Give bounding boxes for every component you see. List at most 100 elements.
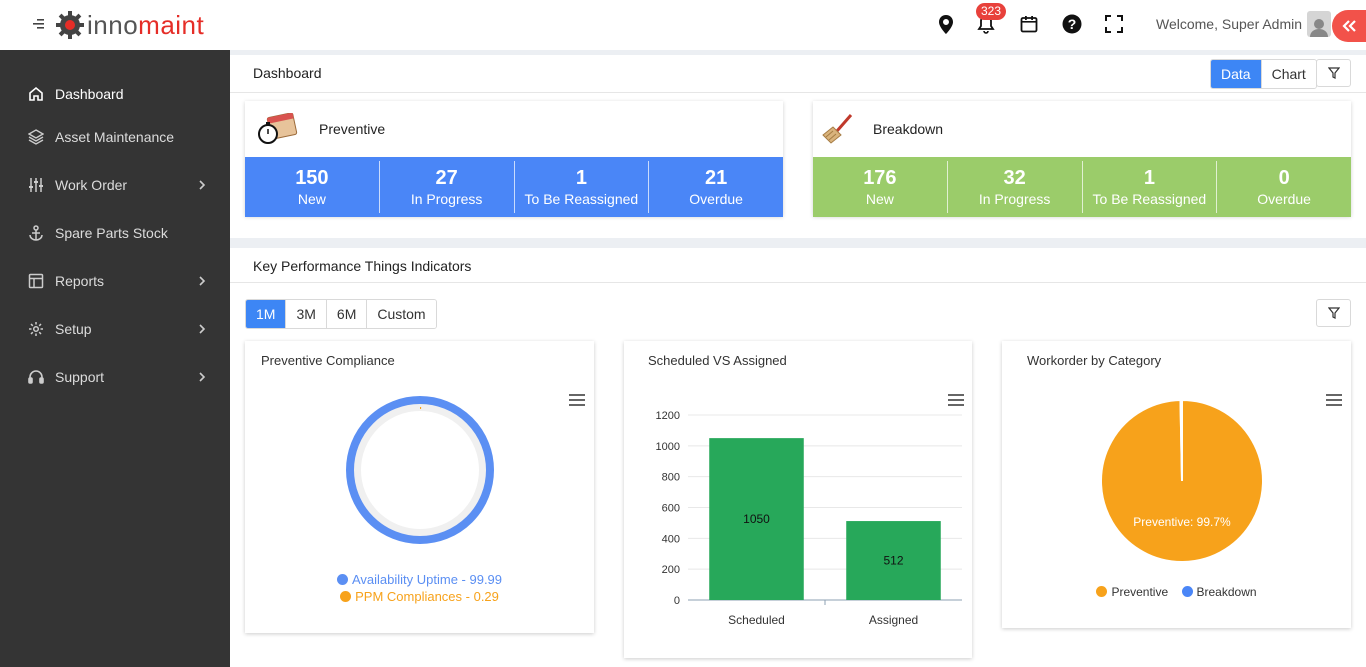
chevron-right-icon bbox=[199, 372, 206, 382]
radial-track bbox=[347, 397, 493, 543]
location-icon[interactable] bbox=[935, 13, 957, 35]
legend-label: Availability Uptime - 99.99 bbox=[351, 572, 503, 587]
sidebar-item-asset-maintenance[interactable]: Asset Maintenance bbox=[0, 119, 230, 155]
y-tick-label: 1000 bbox=[656, 441, 680, 453]
stat-value: 0 bbox=[1278, 167, 1290, 189]
dashboard-panel: Dashboard Data Chart Preventive 150 New … bbox=[230, 55, 1366, 238]
sidebar-item-label: Dashboard bbox=[55, 86, 124, 102]
range-3m-button[interactable]: 3M bbox=[286, 300, 327, 328]
brand-name-part1: inno bbox=[87, 9, 139, 40]
home-icon bbox=[27, 85, 45, 103]
svg-text:?: ? bbox=[1068, 16, 1077, 32]
kpi-panel: Key Performance Things Indicators 1M 3M … bbox=[230, 248, 1366, 667]
brand-logo[interactable]: innomaint bbox=[0, 0, 230, 50]
gear-icon bbox=[27, 320, 45, 338]
legend-availability-uptime[interactable]: Availability Uptime - 99.99 bbox=[245, 571, 594, 588]
stat-value: 176 bbox=[863, 167, 897, 189]
range-custom-button[interactable]: Custom bbox=[367, 300, 436, 328]
legend-dot bbox=[340, 591, 352, 602]
stat-label: In Progress bbox=[410, 191, 483, 207]
top-bar: innomaint 323 ? Welcome, Super Admin bbox=[0, 0, 1366, 50]
preventive-stat-to-be-reassigned[interactable]: 1 To Be Reassigned bbox=[515, 161, 650, 213]
preventive-stats: 150 New 27 In Progress 1 To Be Reassigned 2… bbox=[245, 157, 783, 217]
collapse-icon[interactable] bbox=[1332, 10, 1366, 42]
sidebar-item-label: Reports bbox=[55, 273, 105, 289]
legend-label: Breakdown bbox=[1196, 585, 1257, 599]
sidebar-item-reports[interactable]: Reports bbox=[0, 263, 230, 299]
help-icon[interactable]: ? bbox=[1061, 13, 1083, 35]
breakdown-card-header: Breakdown bbox=[813, 101, 1351, 157]
sidebar: Dashboard Asset Maintenance Work Order S… bbox=[0, 50, 230, 667]
legend-label: Preventive bbox=[1111, 585, 1169, 599]
sliders-icon bbox=[27, 176, 45, 194]
brand-name-part2: maint bbox=[138, 9, 205, 40]
range-1m-button[interactable]: 1M bbox=[246, 300, 287, 328]
legend-dot bbox=[336, 574, 348, 585]
preventive-card[interactable]: Preventive 150 New 27 In Progress 1 To Be R… bbox=[245, 101, 783, 217]
kpi-title: Key Performance Things Indicators bbox=[253, 258, 472, 274]
notification-badge[interactable]: 323 bbox=[976, 3, 1007, 20]
sidebar-item-label: Support bbox=[55, 369, 105, 385]
preventive-title: Preventive bbox=[319, 121, 386, 137]
filter-icon[interactable] bbox=[1316, 59, 1351, 87]
sidebar-item-dashboard[interactable]: Dashboard bbox=[0, 76, 230, 112]
sidebar-item-label: Work Order bbox=[55, 177, 128, 193]
sidebar-item-support[interactable]: Support bbox=[0, 359, 230, 395]
kpi-filter-icon[interactable] bbox=[1316, 299, 1351, 327]
sidebar-item-label: Spare Parts Stock bbox=[55, 225, 168, 241]
breakdown-stat-overdue[interactable]: 0 Overdue bbox=[1217, 161, 1351, 213]
chart-legend: Availability Uptime - 99.99 PPM Complian… bbox=[245, 571, 594, 605]
legend-breakdown[interactable]: Breakdown bbox=[1181, 585, 1257, 599]
fullscreen-icon[interactable] bbox=[1103, 13, 1125, 35]
range-6m-button[interactable]: 6M bbox=[326, 300, 368, 328]
breakdown-stat-new[interactable]: 176 New bbox=[813, 161, 948, 213]
chevron-right-icon bbox=[199, 180, 206, 190]
pie-slice-label: Preventive: 99.7% bbox=[1133, 515, 1231, 529]
breakdown-stat-in-progress[interactable]: 32 In Progress bbox=[948, 161, 1083, 213]
preventive-card-header: Preventive bbox=[245, 101, 783, 157]
chevron-right-icon bbox=[199, 276, 206, 286]
chart-view-button[interactable]: Chart bbox=[1261, 60, 1316, 88]
preventive-stat-overdue[interactable]: 21 Overdue bbox=[649, 161, 783, 213]
stat-label: Overdue bbox=[689, 191, 743, 207]
calendar-icon[interactable] bbox=[1018, 13, 1040, 35]
welcome-text: Welcome, Super Admin bbox=[1156, 16, 1303, 32]
preventive-stat-in-progress[interactable]: 27 In Progress bbox=[380, 161, 515, 213]
scheduled-vs-assigned-chart: Scheduled VS Assigned 0 200 400 600 800 1000 1… bbox=[624, 341, 972, 658]
breakdown-stats: 176 New 32 In Progress 1 To Be Reassigned 0… bbox=[813, 157, 1351, 217]
y-tick-label: 200 bbox=[662, 564, 680, 576]
breakdown-title: Breakdown bbox=[873, 121, 944, 137]
legend-dot bbox=[1096, 586, 1108, 597]
user-avatar-icon[interactable] bbox=[1307, 11, 1331, 37]
stat-value: 32 bbox=[1003, 167, 1026, 189]
bar-value-label: 1050 bbox=[743, 512, 770, 526]
sidebar-item-spare-parts-stock[interactable]: Spare Parts Stock bbox=[0, 215, 230, 251]
bar-value-label: 512 bbox=[883, 554, 903, 568]
stat-label: New bbox=[865, 191, 894, 207]
headset-icon bbox=[27, 368, 45, 386]
data-view-button[interactable]: Data bbox=[1211, 60, 1262, 88]
layout-icon bbox=[27, 272, 45, 290]
stat-value: 150 bbox=[295, 167, 329, 189]
legend-preventive[interactable]: Preventive bbox=[1096, 585, 1168, 599]
sidebar-item-work-order[interactable]: Work Order bbox=[0, 167, 230, 203]
divider bbox=[230, 282, 1366, 283]
y-tick-label: 800 bbox=[662, 472, 680, 484]
stat-label: New bbox=[297, 191, 326, 207]
stat-value: 27 bbox=[435, 167, 458, 189]
brand-name: innomaint bbox=[87, 10, 204, 41]
radial-uptime-ring bbox=[346, 396, 494, 544]
workorder-by-category-chart: Workorder by Category Preventive: 99.7% … bbox=[1002, 341, 1351, 628]
preventive-stat-new[interactable]: 150 New bbox=[245, 161, 380, 213]
divider bbox=[230, 92, 1366, 93]
breakdown-card[interactable]: Breakdown 176 New 32 In Progress 1 To Be Re… bbox=[813, 101, 1351, 217]
legend-ppm-compliances[interactable]: PPM Compliances - 0.29 bbox=[245, 588, 594, 605]
menu-toggle-icon[interactable] bbox=[33, 17, 45, 33]
chevron-right-icon bbox=[199, 324, 206, 334]
breakdown-stat-to-be-reassigned[interactable]: 1 To Be Reassigned bbox=[1083, 161, 1218, 213]
broom-icon bbox=[822, 114, 853, 144]
sidebar-item-setup[interactable]: Setup bbox=[0, 311, 230, 347]
range-selector: 1M 3M 6M Custom bbox=[245, 299, 437, 329]
stat-value: 1 bbox=[1143, 167, 1155, 189]
x-tick-label: Assigned bbox=[869, 613, 918, 627]
